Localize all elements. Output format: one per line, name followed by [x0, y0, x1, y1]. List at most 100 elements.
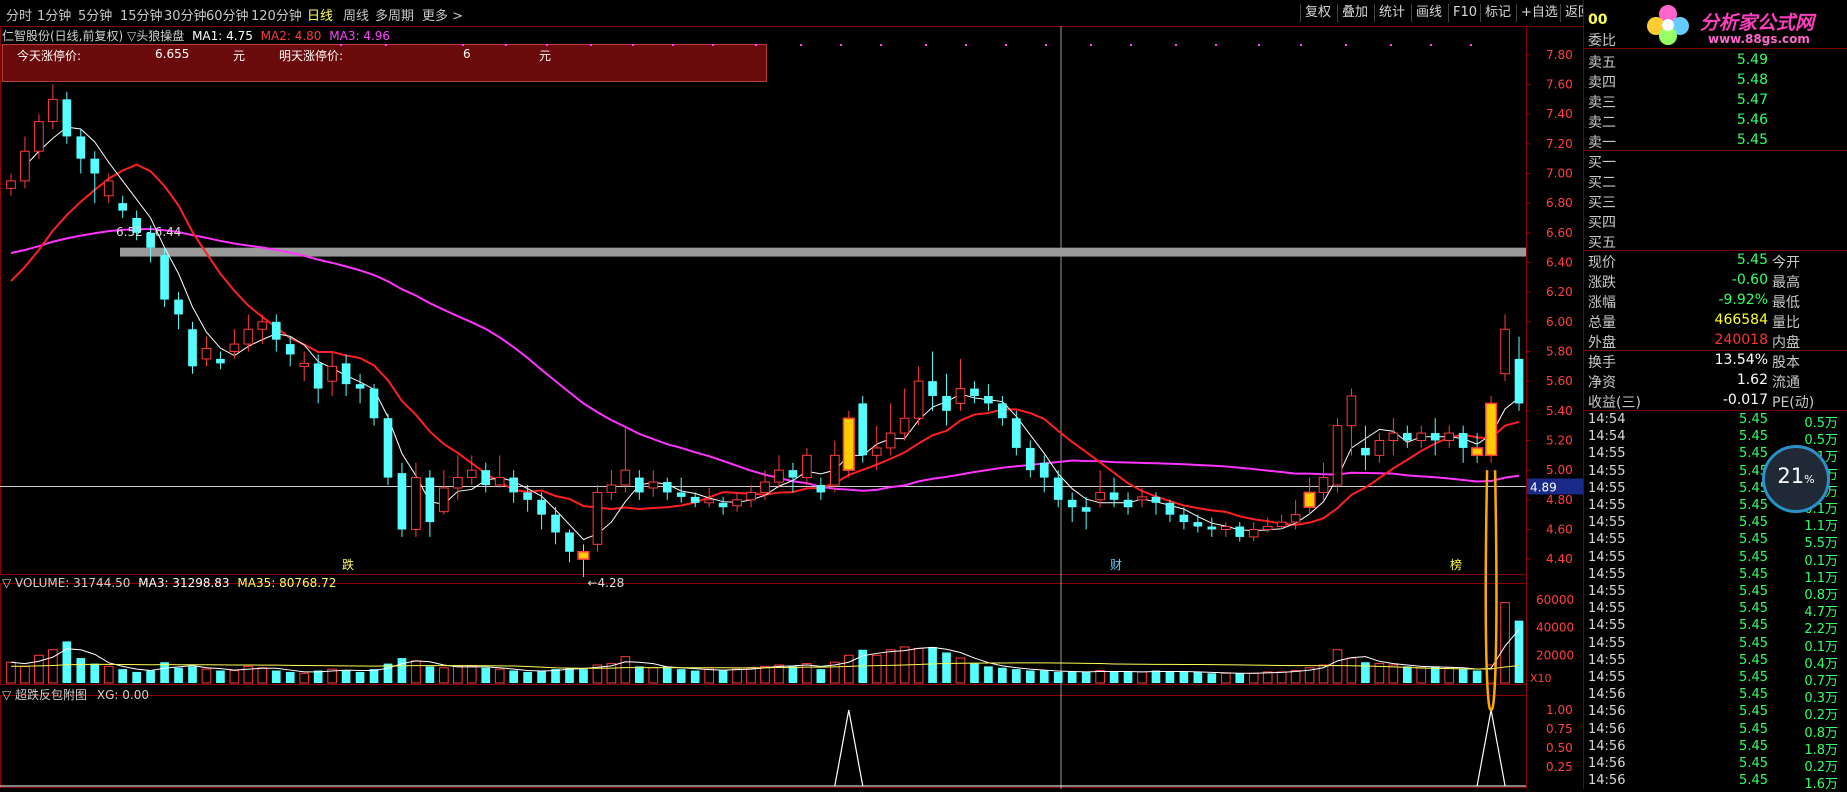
candle-body	[1053, 477, 1063, 500]
price-axis-label: 4.40	[1546, 552, 1573, 566]
volume-bar	[565, 667, 574, 683]
candle-body	[676, 492, 686, 497]
candle-body	[1500, 328, 1510, 375]
volume-bar	[216, 670, 225, 683]
kline-chart[interactable]: 7.80 7.60 7.40 7.20 7.00 6.80 6.60 6.40 6.20 6.00…	[0, 26, 1583, 789]
period-tab-4[interactable]: 30分钟	[164, 5, 207, 24]
code-digits: 00	[1588, 12, 1608, 28]
toolbar-button-2[interactable]: 统计	[1374, 4, 1409, 22]
candle-body	[537, 499, 546, 515]
candle	[327, 351, 337, 396]
quote-panel: 00 委比 卖五 5.49 卖四 5.48 卖三 5.47 卖二 5.46 卖一 5.45 买一 买二 买三…	[1583, 0, 1847, 792]
volume-bar	[1095, 670, 1105, 684]
ask-label: 卖二	[1588, 115, 1616, 131]
candle	[928, 351, 937, 411]
tick-price: 5.45	[1739, 618, 1768, 634]
candle	[1388, 418, 1399, 456]
ask-row-0: 卖五 5.49	[1584, 52, 1847, 71]
tick-volume: 5.5万	[1804, 536, 1838, 552]
top-dot	[340, 44, 342, 46]
candle-body	[1151, 496, 1161, 503]
candle	[425, 470, 435, 537]
volume-bar	[76, 658, 86, 683]
low-price-label: ←4.28	[587, 576, 624, 590]
volume-bar	[635, 666, 644, 683]
candle-body	[1248, 529, 1259, 538]
tick-row-13: 14:55 5.45 0.1万	[1584, 636, 1847, 655]
toolbar-button-0[interactable]: 复权	[1300, 4, 1335, 22]
toolbar-button-5[interactable]: 标记	[1480, 4, 1515, 22]
period-tab-5[interactable]: 60分钟	[206, 5, 249, 24]
period-tab-0[interactable]: 分时	[6, 5, 32, 24]
candle-body	[1402, 433, 1412, 441]
volume-bar	[188, 666, 197, 683]
toolbar-button-1[interactable]: 叠加	[1337, 4, 1372, 22]
volume-bar	[1276, 671, 1287, 684]
tick-time: 14:55	[1588, 498, 1626, 513]
volume-bar	[34, 654, 44, 684]
stat2-label: 净资	[1588, 375, 1616, 391]
tick-price: 5.45	[1739, 687, 1768, 703]
volume-bar	[732, 668, 742, 684]
candle-body	[76, 136, 86, 159]
candle-body	[494, 477, 505, 486]
period-tab-10[interactable]: 更多 >	[422, 5, 463, 24]
stat-row-0: 现价 5.45 今开	[1584, 252, 1847, 271]
range-label: 6.52 - 6.44	[116, 225, 181, 239]
volume-bar	[1207, 673, 1217, 683]
tick-time: 14:55	[1588, 652, 1626, 668]
ask-label: 卖五	[1588, 55, 1616, 71]
volume-bar	[1332, 649, 1343, 684]
tick-price: 5.45	[1739, 601, 1768, 617]
tick-time: 14:55	[1588, 480, 1626, 496]
candle	[592, 485, 603, 552]
candle	[885, 403, 896, 456]
tick-price: 5.45	[1739, 429, 1768, 445]
candle-body	[103, 180, 114, 197]
bid-label: 买五	[1588, 235, 1616, 251]
candle	[1485, 396, 1498, 463]
bid-row-4: 买五	[1584, 232, 1847, 251]
signal-candle-body	[1471, 447, 1484, 457]
logo-title: 分析家公式网	[1700, 12, 1815, 34]
period-tab-2[interactable]: 5分钟	[78, 5, 112, 24]
tick-volume: 0.2万	[1804, 760, 1838, 775]
candle	[1361, 425, 1370, 471]
stat2-value: -0.017	[1722, 392, 1768, 408]
candle-body	[243, 328, 254, 345]
top-dot	[590, 44, 592, 46]
candle	[816, 477, 826, 500]
top-dot	[1258, 44, 1260, 46]
period-tab-8[interactable]: 周线	[343, 5, 369, 24]
period-tab-6[interactable]: 120分钟	[251, 5, 302, 24]
candle-body	[1430, 433, 1440, 441]
period-tab-1[interactable]: 1分钟	[37, 5, 71, 24]
candle	[537, 492, 546, 530]
volume-bar	[928, 646, 937, 683]
price-axis-label: 6.80	[1546, 196, 1573, 210]
candle-body	[1514, 358, 1524, 404]
volume-bar	[411, 660, 421, 684]
candle-body	[1165, 502, 1175, 515]
volume-bar	[48, 649, 58, 684]
period-tab-3[interactable]: 15分钟	[120, 5, 163, 24]
candle-body	[1374, 440, 1385, 456]
tick-price: 5.45	[1739, 704, 1768, 720]
period-tab-9[interactable]: 多周期	[375, 5, 414, 24]
top-dot	[1090, 44, 1092, 46]
toolbar-button-3[interactable]: 画线	[1411, 4, 1446, 22]
volume-bar	[509, 670, 518, 683]
toolbar-button-4[interactable]: F10	[1448, 4, 1481, 22]
candle	[1430, 418, 1440, 456]
tick-volume: 0.1万	[1804, 553, 1838, 569]
candle	[774, 455, 784, 488]
price-axis-label: 6.60	[1546, 226, 1573, 240]
candle	[1067, 492, 1077, 523]
toolbar-button-6[interactable]: +自选	[1516, 4, 1562, 22]
candle-body	[34, 121, 44, 152]
tick-time: 14:55	[1588, 584, 1626, 599]
volume-bar	[1346, 657, 1357, 684]
volume-bar	[1248, 672, 1259, 684]
period-tab-7[interactable]: 日线	[307, 5, 333, 24]
tick-time: 14:56	[1588, 721, 1626, 737]
